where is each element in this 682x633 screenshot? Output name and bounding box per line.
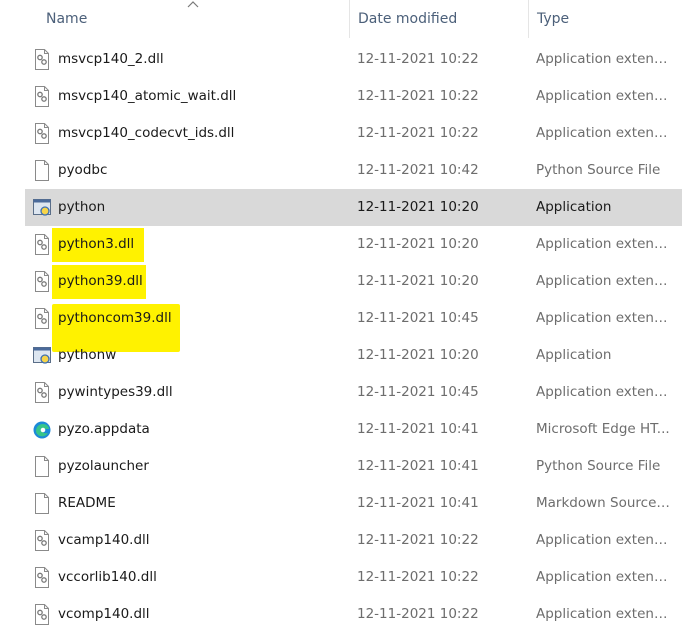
file-type: Markdown Source ... [536,495,670,511]
file-name[interactable]: python39.dll [58,263,143,300]
file-row[interactable]: pywintypes39.dll 12-11-2021 10:45 Applicat… [0,374,682,411]
file-date-modified: 12-11-2021 10:22 [357,88,479,104]
file-name[interactable]: pyodbc [58,152,107,189]
file-row[interactable]: pythoncom39.dll 12-11-2021 10:45 Applicati… [0,300,682,337]
file-row[interactable]: python3.dll 12-11-2021 10:20 Application e… [0,226,682,263]
file-date-modified: 12-11-2021 10:22 [357,569,479,585]
column-header-type[interactable]: Type [528,0,682,38]
file-name[interactable]: python3.dll [58,226,134,263]
dll-gear-file-icon [33,234,51,255]
file-row[interactable]: python39.dll 12-11-2021 10:20 Application … [0,263,682,300]
file-type: Application extens... [536,125,670,141]
dll-gear-file-icon [33,123,51,144]
column-header-date-modified[interactable]: Date modified [349,0,528,38]
file-type: Microsoft Edge HT... [536,421,670,437]
file-type: Application extens... [536,310,670,326]
file-date-modified: 12-11-2021 10:22 [357,125,479,141]
dll-gear-file-icon [33,530,51,551]
edge-browser-icon [33,419,51,440]
file-name[interactable]: pythoncom39.dll [58,300,172,337]
file-type: Application extens... [536,606,670,622]
file-type: Application extens... [536,273,670,289]
file-name[interactable]: vccorlib140.dll [58,559,157,596]
file-name[interactable]: msvcp140_2.dll [58,41,164,78]
file-row[interactable]: README 12-11-2021 10:41 Markdown Source ..… [0,485,682,522]
file-type: Application [536,347,612,363]
file-type: Application extens... [536,88,670,104]
file-name[interactable]: msvcp140_codecvt_ids.dll [58,115,234,152]
file-type: Application extens... [536,236,670,252]
file-date-modified: 12-11-2021 10:22 [357,51,479,67]
file-name[interactable]: README [58,485,116,522]
file-date-modified: 12-11-2021 10:45 [357,310,479,326]
file-date-modified: 12-11-2021 10:22 [357,606,479,622]
file-row[interactable]: pyzolauncher 12-11-2021 10:41 Python Sourc… [0,448,682,485]
column-header-name[interactable]: Name [38,0,348,38]
file-date-modified: 12-11-2021 10:20 [357,236,479,252]
file-row[interactable]: pyodbc 12-11-2021 10:42 Python Source File [0,152,682,189]
blank-file-icon [33,493,51,514]
file-name[interactable]: pywintypes39.dll [58,374,173,411]
file-row[interactable]: msvcp140_codecvt_ids.dll 12-11-2021 10:22… [0,115,682,152]
file-row[interactable]: vcamp140.dll 12-11-2021 10:22 Application … [0,522,682,559]
file-date-modified: 12-11-2021 10:45 [357,384,479,400]
python-app-icon [33,197,51,218]
file-date-modified: 12-11-2021 10:22 [357,532,479,548]
file-name[interactable]: pyzolauncher [58,448,149,485]
file-date-modified: 12-11-2021 10:41 [357,458,479,474]
file-row[interactable]: python 12-11-2021 10:20 Application [25,189,682,226]
file-list: msvcp140_2.dll 12-11-2021 10:22 Applicatio… [0,41,682,633]
file-name[interactable]: vcomp140.dll [58,596,150,633]
file-date-modified: 12-11-2021 10:20 [357,273,479,289]
file-name[interactable]: pythonw [58,337,116,374]
dll-gear-file-icon [33,86,51,107]
file-type: Application [536,199,612,215]
dll-gear-file-icon [33,382,51,403]
file-name[interactable]: pyzo.appdata [58,411,150,448]
blank-file-icon [33,456,51,477]
file-date-modified: 12-11-2021 10:20 [357,347,479,363]
file-date-modified: 12-11-2021 10:42 [357,162,479,178]
file-row[interactable]: msvcp140_atomic_wait.dll 12-11-2021 10:22… [0,78,682,115]
file-name[interactable]: vcamp140.dll [58,522,150,559]
dll-gear-file-icon [33,604,51,625]
dll-gear-file-icon [33,271,51,292]
file-type: Python Source File [536,458,661,474]
dll-gear-file-icon [33,567,51,588]
file-row[interactable]: pythonw 12-11-2021 10:20 Application [0,337,682,374]
python-app-icon [33,345,51,366]
file-type: Python Source File [536,162,661,178]
dll-gear-file-icon [33,308,51,329]
file-type: Application extens... [536,532,670,548]
file-date-modified: 12-11-2021 10:41 [357,495,479,511]
file-name[interactable]: python [58,189,105,226]
dll-gear-file-icon [33,49,51,70]
file-row[interactable]: vccorlib140.dll 12-11-2021 10:22 Applicati… [0,559,682,596]
file-type: Application extens... [536,51,670,67]
column-header-bar: Name Date modified Type [0,0,682,38]
file-date-modified: 12-11-2021 10:20 [357,199,479,215]
file-row[interactable]: pyzo.appdata 12-11-2021 10:41 Microsoft Ed… [0,411,682,448]
file-name[interactable]: msvcp140_atomic_wait.dll [58,78,236,115]
file-row[interactable]: vcomp140.dll 12-11-2021 10:22 Application … [0,596,682,633]
file-date-modified: 12-11-2021 10:41 [357,421,479,437]
blank-file-icon [33,160,51,181]
file-type: Application extens... [536,569,670,585]
file-type: Application extens... [536,384,670,400]
file-row[interactable]: msvcp140_2.dll 12-11-2021 10:22 Applicatio… [0,41,682,78]
